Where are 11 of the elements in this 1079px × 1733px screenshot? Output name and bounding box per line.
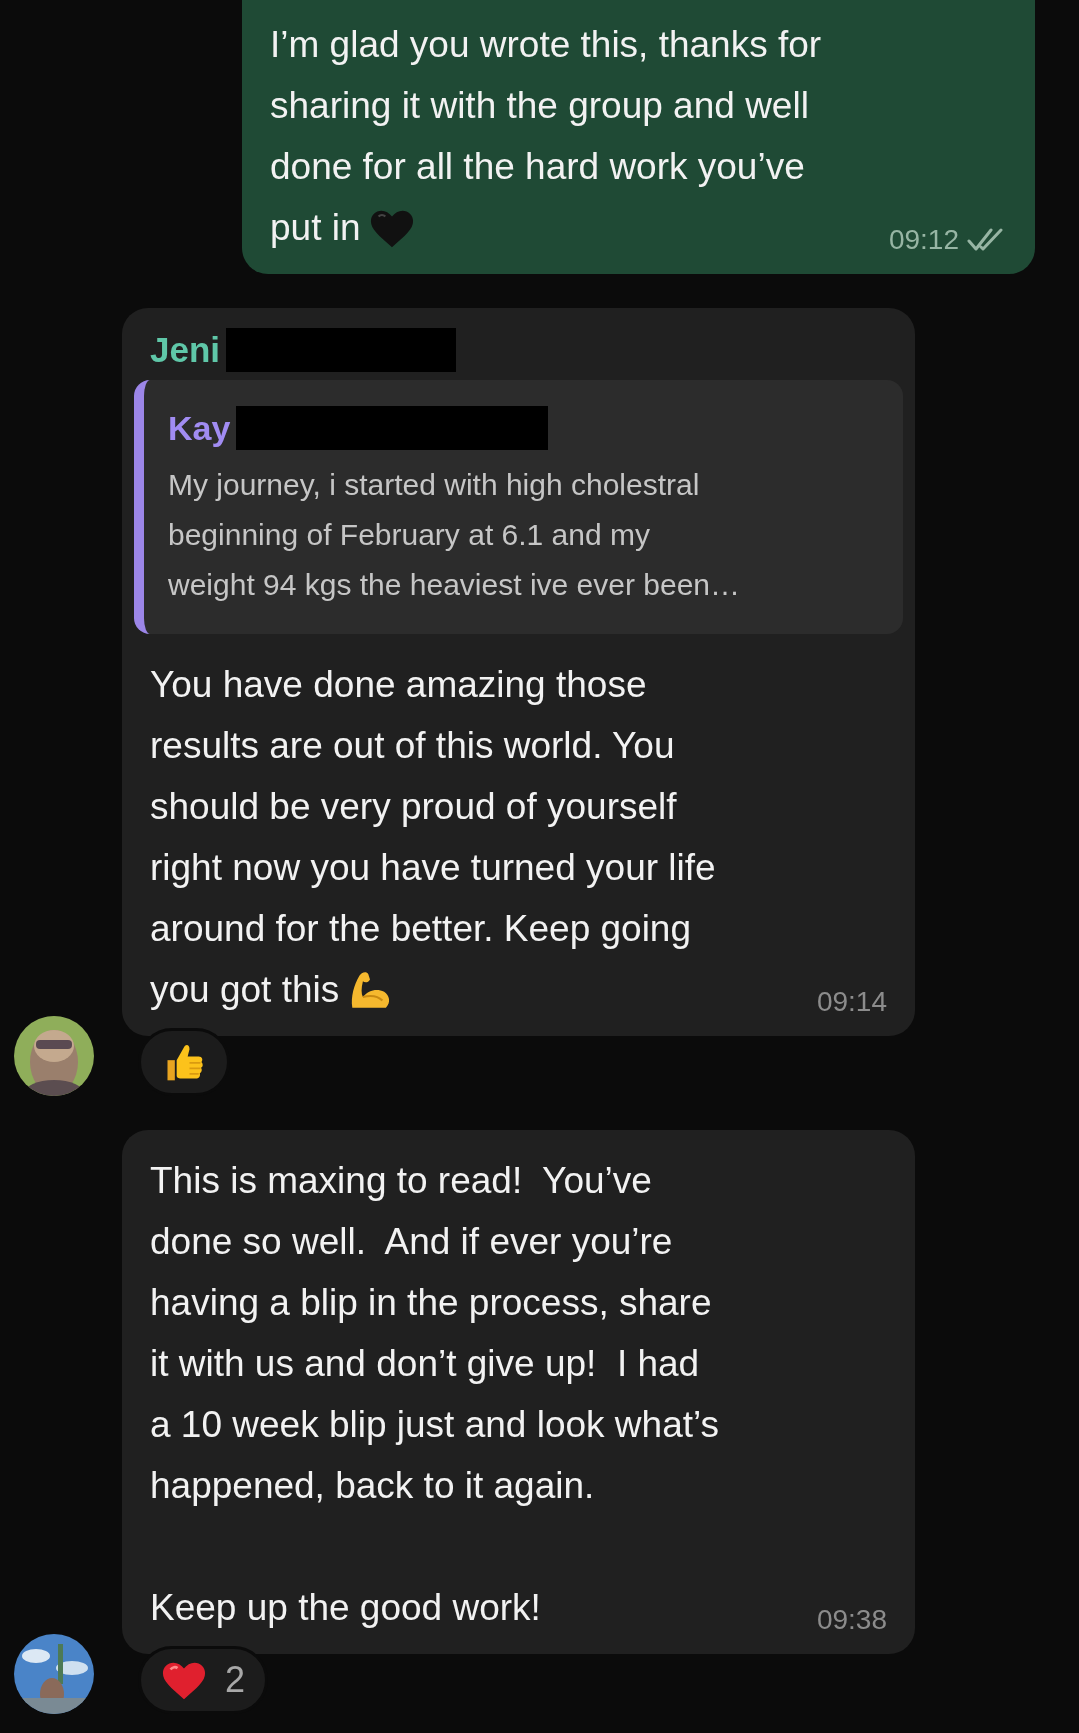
quoted-text: My journey, i started with high cholestral beginning of February at 6.1 and my weight 94 kgs the heaviest ive ever been… [168, 467, 741, 603]
sender-name[interactable]: Jeni [150, 330, 221, 370]
quoted-message[interactable]: Kay My journey, i started with high cholestral beginning of February at 6.1 and my weight 94 kgs the heaviest ive ever been… [134, 380, 903, 634]
message-text: put in [270, 206, 361, 250]
reaction-count: 2 [225, 1659, 246, 1701]
quoted-sender-name: Kay [168, 408, 231, 448]
message-time: 09:14 [816, 986, 887, 1018]
message-time: 09:12 [888, 224, 959, 256]
message-time: 09:38 [816, 1604, 887, 1636]
message-text: you got this [150, 968, 340, 1012]
message-text: This is maxing to read! You’ve done so well. And if ever you’re having a blip in the process, share it with us and don’t give up! I had a 10 week blip just and look what’s happened, back to it again. Keep up the good work! [150, 1159, 720, 1630]
